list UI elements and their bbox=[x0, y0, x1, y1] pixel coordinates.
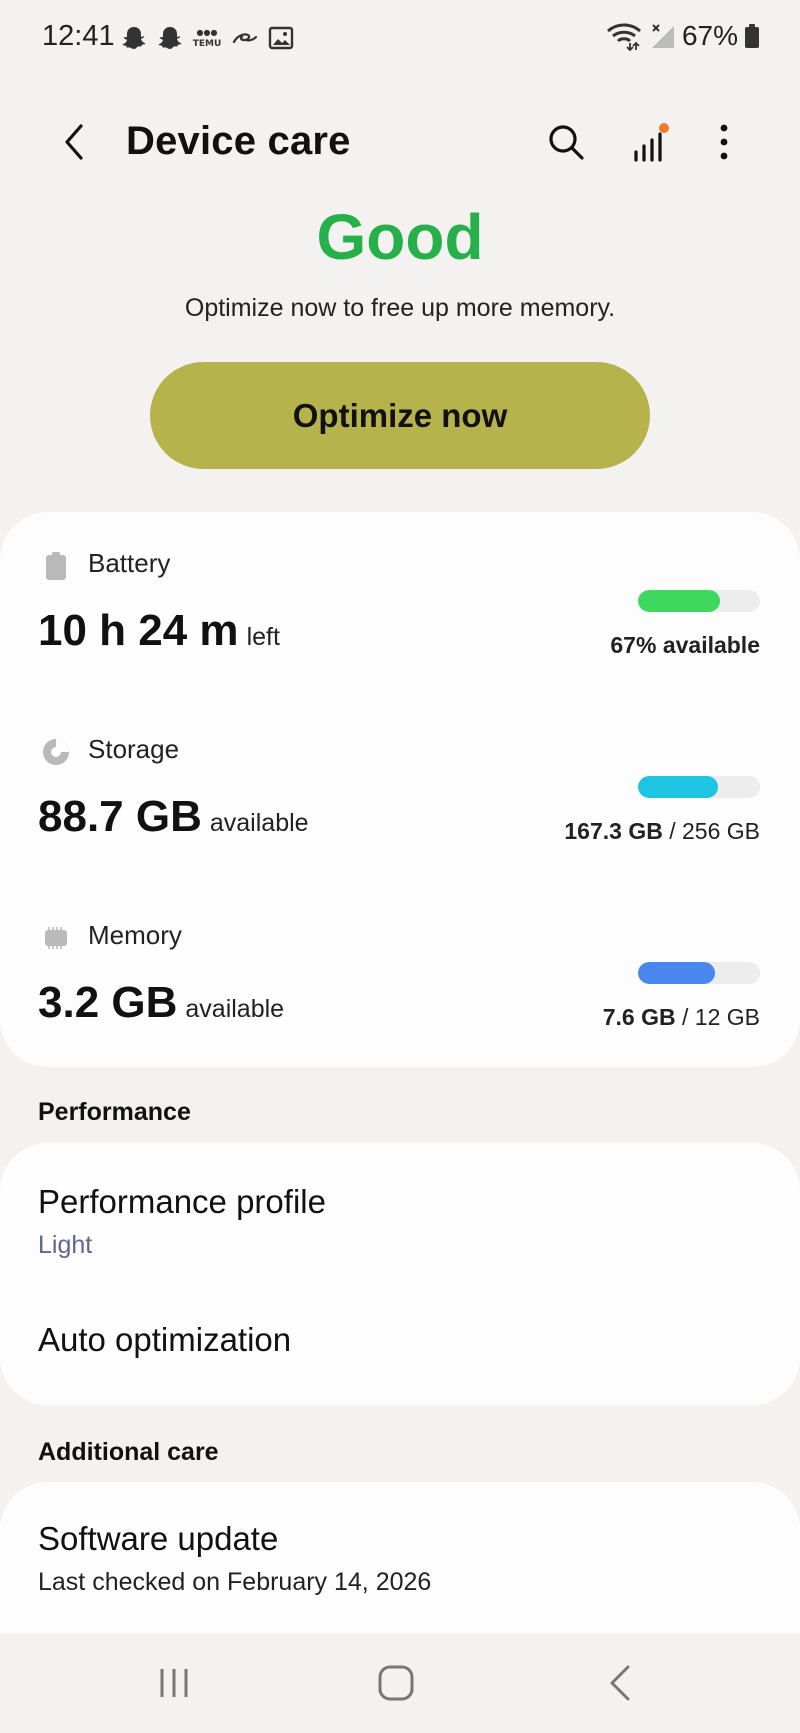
device-status: Good bbox=[316, 201, 484, 273]
storage-detail: 167.3 GB / 256 GB bbox=[564, 818, 760, 845]
resources-card: Battery 10 h 24 m left 67% available Sto… bbox=[0, 512, 800, 1067]
temu-icon: ●●● TEMU bbox=[192, 24, 222, 52]
device-care-screen: 12:41 ●●● TEMU 67% Device care Good Opti… bbox=[0, 0, 800, 1733]
battery-value: 10 h 24 m bbox=[38, 606, 239, 655]
storage-detail-total: / 256 GB bbox=[662, 818, 760, 844]
storage-bar-fill bbox=[638, 776, 718, 798]
search-icon bbox=[549, 125, 584, 160]
storage-suffix: available bbox=[209, 809, 309, 837]
recents-button[interactable] bbox=[144, 1653, 204, 1713]
performance-section-label: Performance bbox=[38, 1098, 191, 1126]
app-header: Device care bbox=[0, 100, 800, 184]
storage-pie-icon bbox=[42, 738, 70, 766]
memory-value: 3.2 GB bbox=[38, 978, 178, 1027]
additional-care-section-label: Additional care bbox=[38, 1438, 219, 1466]
battery-row[interactable]: Battery 10 h 24 m left 67% available bbox=[0, 512, 800, 682]
software-update-item[interactable]: Software update Last checked on February… bbox=[0, 1482, 800, 1622]
system-status-icons: 67% bbox=[606, 20, 760, 52]
memory-detail-total: / 12 GB bbox=[675, 1004, 760, 1030]
back-nav-icon bbox=[610, 1665, 630, 1701]
battery-detail: 67% available bbox=[610, 632, 760, 659]
performance-profile-item[interactable]: Performance profile Light bbox=[0, 1143, 800, 1283]
search-button[interactable] bbox=[540, 116, 592, 168]
battery-percent: 67% bbox=[681, 20, 738, 51]
status-hint: Optimize now to free up more memory. bbox=[184, 294, 616, 322]
battery-suffix: left bbox=[246, 623, 280, 651]
battery-detail-main: 67% available bbox=[610, 632, 760, 658]
gallery-icon bbox=[268, 25, 294, 51]
memory-detail: 7.6 GB / 12 GB bbox=[603, 1004, 760, 1031]
software-update-title: Software update bbox=[38, 1520, 279, 1557]
memory-suffix: available bbox=[185, 995, 285, 1023]
memory-bar-fill bbox=[638, 962, 716, 984]
memory-detail-used: 7.6 GB bbox=[602, 1004, 676, 1030]
storage-value: 88.7 GB bbox=[38, 792, 202, 841]
no-signal-icon bbox=[648, 22, 676, 50]
battery-icon bbox=[744, 23, 760, 49]
storage-row[interactable]: Storage 88.7 GB available 167.3 GB / 256… bbox=[0, 698, 800, 868]
svg-text:TEMU: TEMU bbox=[193, 39, 222, 49]
storage-detail-used: 167.3 GB bbox=[564, 818, 663, 844]
performance-profile-title: Performance profile bbox=[38, 1183, 326, 1220]
battery-bar bbox=[638, 590, 760, 612]
home-icon bbox=[378, 1665, 414, 1701]
battery-value-line: 10 h 24 m left bbox=[38, 606, 280, 656]
battery-label: Battery bbox=[88, 548, 171, 578]
performance-profile-value: Light bbox=[38, 1231, 93, 1259]
system-nav-bar bbox=[0, 1633, 800, 1733]
notification-icons: ●●● TEMU bbox=[120, 24, 294, 52]
storage-bar bbox=[638, 776, 760, 798]
memory-label: Memory bbox=[88, 920, 182, 950]
memory-value-line: 3.2 GB available bbox=[38, 978, 284, 1028]
memory-chip-icon bbox=[42, 924, 70, 952]
back-button[interactable] bbox=[48, 116, 100, 168]
status-time: 12:41 bbox=[42, 20, 115, 52]
optimize-now-button[interactable]: Optimize now bbox=[150, 362, 650, 469]
memory-row[interactable]: Memory 3.2 GB available 7.6 GB / 12 GB bbox=[0, 884, 800, 1054]
memory-bar bbox=[638, 962, 760, 984]
chevron-left-icon bbox=[65, 124, 83, 160]
notification-dot bbox=[659, 123, 669, 133]
storage-value-line: 88.7 GB available bbox=[38, 792, 309, 842]
more-options-button[interactable] bbox=[698, 116, 750, 168]
performance-card: Performance profile Light Auto optimizat… bbox=[0, 1143, 800, 1405]
svg-text:●●●: ●●● bbox=[197, 28, 218, 37]
back-nav-button[interactable] bbox=[590, 1653, 650, 1713]
auto-optimization-item[interactable]: Auto optimization bbox=[0, 1283, 800, 1405]
page-title: Device care bbox=[126, 119, 351, 163]
alibaba-icon bbox=[230, 24, 260, 52]
battery-bar-fill bbox=[638, 590, 720, 612]
home-button[interactable] bbox=[366, 1653, 426, 1713]
snapchat-icon bbox=[120, 24, 148, 52]
more-vertical-icon bbox=[720, 124, 728, 160]
auto-optimization-title: Auto optimization bbox=[38, 1321, 292, 1358]
status-bar: 12:41 ●●● TEMU 67% bbox=[0, 0, 800, 76]
storage-label: Storage bbox=[88, 734, 180, 764]
recents-icon bbox=[160, 1669, 188, 1697]
stats-button[interactable] bbox=[624, 116, 676, 168]
wifi-icon bbox=[606, 21, 642, 51]
software-update-subtitle: Last checked on February 14, 2026 bbox=[38, 1568, 432, 1596]
snapchat-icon bbox=[156, 24, 184, 52]
battery-icon bbox=[42, 552, 70, 580]
signal-stats-icon bbox=[634, 123, 669, 162]
